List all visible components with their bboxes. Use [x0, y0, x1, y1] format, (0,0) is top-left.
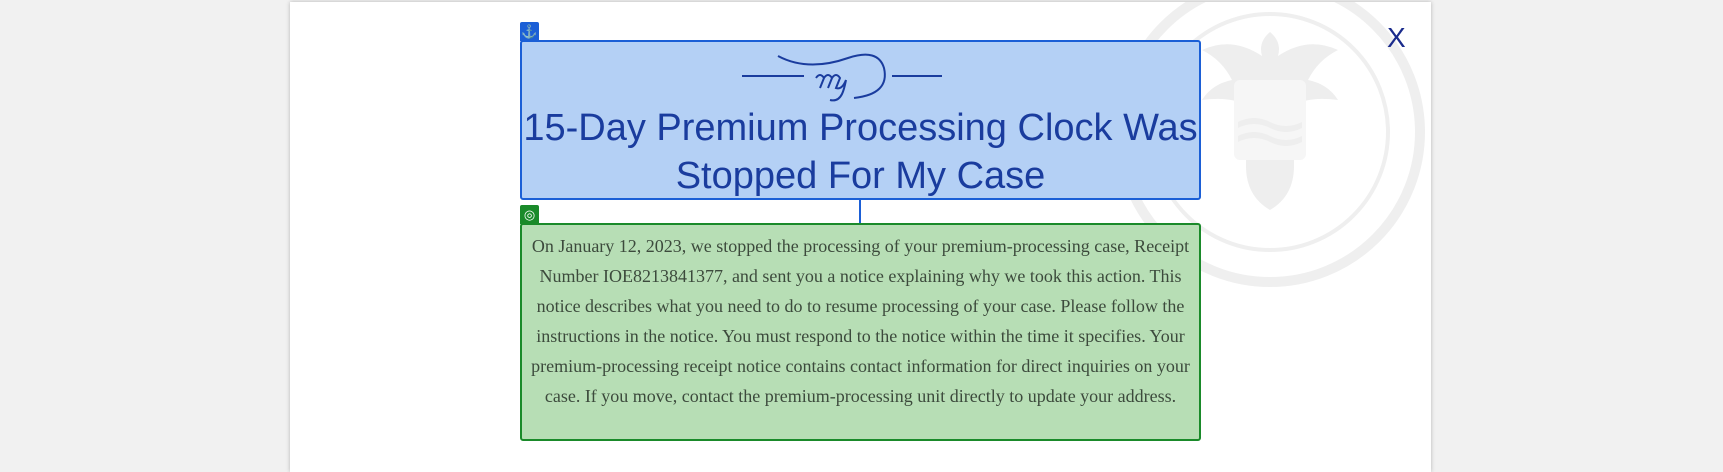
title-block: 15-Day Premium Processing Clock Was Stop… — [520, 40, 1201, 200]
my-monogram-icon — [742, 53, 942, 102]
message-block: On January 12, 2023, we stopped the proc… — [520, 223, 1201, 441]
dialog-title: 15-Day Premium Processing Clock Was Stop… — [523, 107, 1198, 197]
message-text: On January 12, 2023, we stopped the proc… — [531, 236, 1190, 406]
close-button[interactable]: X — [1387, 24, 1406, 52]
connector-line — [859, 200, 861, 224]
anchor-icon: ⚓ — [520, 22, 539, 41]
modal-page: X ⚓ 15-Day Premium Processing Clock Was … — [290, 2, 1431, 472]
target-icon: ◎ — [520, 205, 539, 224]
